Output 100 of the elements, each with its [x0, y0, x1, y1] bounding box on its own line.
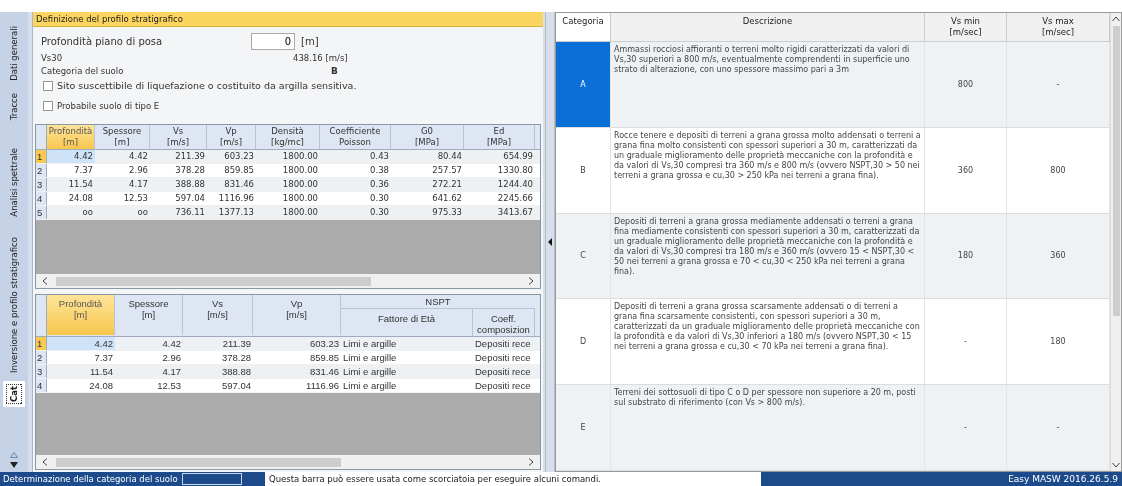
table-cell-text: 80.44 [436, 150, 463, 163]
column-header[interactable]: Coefficiente Poisson [320, 125, 391, 149]
table-cell-text: 1800.00 [281, 164, 319, 177]
table-cell-text: 859.85 [223, 164, 255, 177]
horizontal-scrollbar[interactable] [36, 274, 540, 288]
table-cell-text: 1244.40 [496, 178, 534, 191]
row-header[interactable]: 4 [36, 379, 47, 392]
table-cell-text: Depositi rece [474, 379, 532, 392]
table-cell: 4.42 [47, 337, 115, 350]
table-cell-text: 1800.00 [281, 192, 319, 205]
table-cell: 4.42 [47, 150, 95, 163]
row-header[interactable]: 3 [36, 178, 47, 191]
category-cell[interactable]: C [556, 213, 611, 299]
side-tab[interactable]: Analisi spettrale [7, 144, 21, 221]
column-header[interactable]: Spessore [m] [95, 125, 150, 149]
description-cell: Depositi di terreni a grana grossa mediamente addensati o terreni a grana fina mediamente consistenti con spessori superiori a 30 m, caratterizzati da un graduale miglioramento delle proprietà meccaniche con la profondità e da valori di Vs,30 compresi tra 180 m/s e 360 m/s (ovvero 15 < NSPT,30 < 50 nei terreni a grana grossa e 70 < cu,30 < 250 kPa nei terreni a grana fina). [611, 213, 925, 299]
column-header[interactable]: Categoria [556, 13, 611, 41]
side-tab[interactable]: Cat [3, 380, 25, 407]
chevron-left-icon[interactable] [42, 277, 48, 285]
chevron-left-icon[interactable] [42, 458, 48, 466]
table-cell-text: 0.30 [369, 206, 390, 219]
table-cell-text: 597.04 [220, 379, 252, 392]
table-cell-text: 0.30 [369, 192, 390, 205]
table-cell-text: 736.11 [174, 206, 206, 219]
column-header[interactable]: Vp [m/s] [207, 125, 256, 149]
description-cell: Rocce tenere e depositi di terreni a grana grossa molto addensati o terreni a grana fina molto consistenti con spessori superiori a 30 m, caratterizzati da un graduale miglioramento delle proprietà meccaniche con la profondità e da valori di Vs,30 compresi tra 360 m/s e 800 m/s (ovvero NSPT,30 > 50 nei terreni a grana grossa e cu,30 > 250 kPa nei terreni a grana fina). [611, 127, 925, 213]
input-field[interactable]: 0 [251, 32, 295, 50]
column-header[interactable]: Vs [m/s] [150, 125, 207, 149]
table-cell-text: 12.53 [156, 379, 182, 392]
row-header[interactable]: 2 [36, 351, 47, 364]
table-cell-text: 7.37 [73, 164, 94, 177]
description-cell: Depositi di terreni a grana grossa scarsamente addensati o di terreni a grana fina scarsamente consistenti, con spessori superiori a 30 m, caratterizzati da un graduale miglioramento delle proprietà meccaniche con la profondità e da valori di Vs,30 inferiori a 180 m/s (ovvero NSPT,30 < 15 nei terreni a grana grossa e cu,30 < 70 kPa nei terreni a grana fina). [611, 299, 925, 385]
table-cell-text: 0.36 [369, 178, 390, 191]
row-header[interactable]: 1 [36, 337, 47, 350]
table-cell-text: 4.42 [161, 337, 182, 350]
column-header[interactable]: Fattore di Età [341, 309, 473, 336]
horizontal-scrollbar[interactable] [36, 455, 540, 469]
category-cell[interactable]: E [556, 385, 611, 470]
table-cell-text: 831.46 [308, 365, 340, 378]
field-label: Vs30 [41, 52, 64, 63]
column-header[interactable]: Ed [MPa] [464, 125, 535, 149]
category-cell[interactable]: D [556, 299, 611, 385]
row-header[interactable]: 2 [36, 164, 47, 177]
chevron-up-icon[interactable] [1112, 16, 1120, 22]
column-header[interactable]: G0 [MPa] [391, 125, 464, 149]
table-cell-text: 3413.67 [496, 206, 534, 219]
table-cell: 360 [925, 127, 1007, 213]
column-header[interactable]: Profondità [m] [47, 295, 115, 335]
column-header[interactable]: Coeff. composizion [473, 309, 535, 336]
table-cell-text: 603.23 [223, 150, 255, 163]
table-cell-text: 654.99 [502, 150, 534, 163]
column-header[interactable]: Vs min [m/sec] [925, 13, 1007, 41]
table-cell-text: Limi e argille [342, 351, 398, 364]
category-value: B [331, 65, 338, 76]
table-cell-text: 4.17 [161, 365, 182, 378]
checkbox[interactable] [43, 100, 53, 111]
field-label: Categoria del suolo [41, 65, 125, 76]
table-cell: - [925, 299, 1007, 385]
table-cell-text: 831.46 [223, 178, 255, 191]
column-header[interactable]: Descrizione [611, 13, 925, 41]
table-cell-text: 211.39 [174, 150, 206, 163]
table-cell-text: 211.39 [221, 337, 252, 350]
vs30-value: 438.16 [m/s] [293, 52, 348, 63]
scroll-down-icon[interactable] [10, 462, 18, 468]
collapse-icon[interactable] [548, 238, 552, 246]
table-cell-text: 257.57 [431, 164, 463, 177]
row-header[interactable]: 5 [36, 206, 47, 219]
group-header: NSPT [341, 295, 535, 309]
description-cell: Ammassi rocciosi affioranti o terreni molto rigidi caratterizzati da valori di Vs,30 superiori a 800 m/s, eventualmente comprendenti in superficie uno strato di alterazione, con uno spessore massimo pari a 3m [611, 42, 925, 127]
chevron-right-icon[interactable] [528, 458, 534, 466]
table-cell-text: 4.17 [128, 178, 149, 191]
row-header[interactable]: 1 [36, 150, 47, 163]
column-header[interactable]: Spessore [m] [115, 295, 183, 335]
table-cell-text: 1116.96 [217, 192, 255, 205]
column-header[interactable]: Vs [m/s] [183, 295, 253, 335]
table-cell: 800 [925, 42, 1007, 127]
chevron-down-icon[interactable] [1112, 462, 1120, 468]
table-cell-text: Depositi rece [474, 337, 532, 350]
table-cell-text: 378.28 [174, 164, 206, 177]
column-header[interactable]: Profondità [m] [47, 125, 95, 149]
column-header[interactable]: Densità [kg/mc] [256, 125, 320, 149]
column-header[interactable]: Vp [m/s] [253, 295, 341, 335]
row-header[interactable]: 4 [36, 192, 47, 205]
unit-label: [m] [301, 35, 319, 47]
row-header[interactable]: 3 [36, 365, 47, 378]
table-cell-text: 597.04 [174, 192, 206, 205]
input-field[interactable] [181, 473, 242, 485]
table-cell-text: 603.23 [308, 337, 340, 350]
table-cell-text: 11.54 [88, 365, 114, 378]
side-tab[interactable]: Dati generali [7, 22, 21, 85]
table-cell-text: 24.08 [88, 379, 114, 392]
table-cell-text: 0.38 [369, 164, 390, 177]
category-cell[interactable]: A [556, 42, 611, 127]
chevron-right-icon[interactable] [528, 277, 534, 285]
version-label: Easy MASW 2016.26.5.9 [761, 472, 1122, 486]
checkbox[interactable] [43, 80, 53, 91]
category-cell[interactable]: B [556, 127, 611, 213]
table-cell-text: 0.43 [369, 150, 390, 163]
side-tab[interactable]: Tracce [7, 88, 21, 125]
side-tab[interactable]: Inversione e profilo stratigrafico [7, 232, 21, 377]
